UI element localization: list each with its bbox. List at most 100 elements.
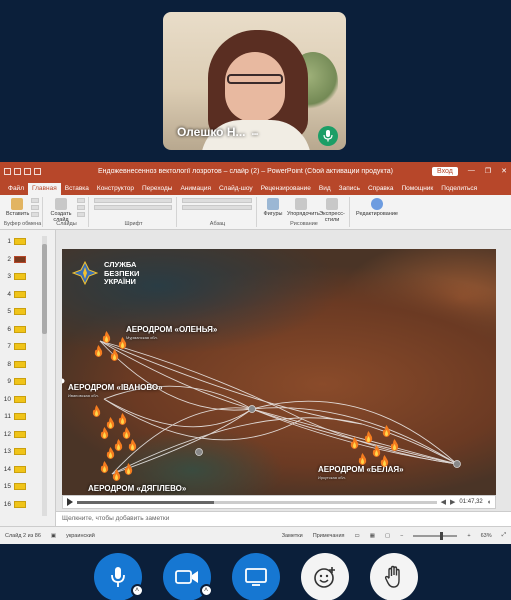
tab-review[interactable]: Рецензирование: [257, 183, 315, 195]
customize-icon[interactable]: [34, 167, 41, 175]
quick-access-toolbar[interactable]: [4, 167, 64, 175]
slide-thumbnail[interactable]: 15: [2, 479, 26, 494]
new-slide-button[interactable]: Создать слайд: [48, 198, 74, 223]
reading-view-icon[interactable]: ▢: [385, 533, 390, 539]
notes-field[interactable]: Щелкните, чтобы добавить заметки: [56, 511, 511, 526]
redo-icon[interactable]: [24, 167, 31, 175]
camera-menu-caret[interactable]: ˄: [199, 584, 213, 597]
ribbon-home: Вставить Буфер обмена Создать слайд Слай…: [0, 195, 511, 230]
slide-thumbnail[interactable]: 13: [2, 444, 26, 459]
reactions-button[interactable]: [300, 553, 349, 600]
sorter-view-icon[interactable]: ▦: [370, 533, 375, 539]
microphone-menu-caret[interactable]: ˄: [130, 584, 144, 597]
media-progress-fill: [77, 500, 214, 504]
zoom-in-icon[interactable]: +: [467, 533, 470, 539]
participant-video-tile[interactable]: Олешко Н... •••: [163, 12, 346, 150]
camera-button[interactable]: ˄: [162, 553, 213, 600]
paste-button[interactable]: Вставить: [6, 198, 29, 217]
slide-thumbnail[interactable]: 8: [2, 357, 26, 372]
tab-help[interactable]: Справка: [364, 183, 398, 195]
slide-thumbnail[interactable]: 6: [2, 322, 26, 337]
slide-thumbnail-preview: [14, 500, 26, 508]
reset-icon[interactable]: [77, 205, 85, 210]
list-buttons[interactable]: [182, 198, 252, 203]
section-icon[interactable]: [77, 212, 85, 217]
cut-icon[interactable]: [31, 198, 39, 203]
editing-button[interactable]: Редактирование: [355, 198, 399, 217]
undo-icon[interactable]: [14, 167, 21, 175]
language-indicator[interactable]: украинский: [66, 533, 95, 539]
tab-view[interactable]: Вид: [315, 183, 335, 195]
slide-canvas[interactable]: СЛУЖБА БЕЗПЕКИ УКРАЇНИ АЕРОДРОМ «ОЛЕНЬЯ»…: [62, 249, 496, 495]
slide-thumbnail-number: 11: [4, 413, 11, 420]
format-painter-icon[interactable]: [31, 212, 39, 217]
fire-icon: [380, 455, 389, 467]
tab-slideshow[interactable]: Слайд-шоу: [215, 183, 257, 195]
slide-thumbnail[interactable]: 10: [2, 392, 26, 407]
slide-thumbnail[interactable]: 11: [2, 409, 26, 424]
slide-thumbnail[interactable]: 12: [2, 427, 26, 442]
quick-styles-button[interactable]: Экспресс-стили: [318, 198, 346, 223]
slide-thumbnail[interactable]: 16: [2, 497, 26, 512]
close-icon[interactable]: ✕: [501, 167, 507, 175]
zoom-slider[interactable]: [413, 531, 458, 540]
tab-transitions[interactable]: Переходы: [138, 183, 177, 195]
arrange-button[interactable]: Упорядочить: [287, 198, 320, 217]
more-options-icon[interactable]: •••: [252, 132, 258, 138]
scrollbar-thumb[interactable]: [42, 244, 47, 334]
slide-thumbnail[interactable]: 14: [2, 462, 26, 477]
play-icon[interactable]: [67, 498, 73, 506]
tab-assistant[interactable]: Помощник: [397, 183, 437, 195]
fire-icon: [122, 427, 131, 439]
volume-icon[interactable]: ◖: [487, 499, 491, 506]
fit-slide-icon[interactable]: ⤢: [502, 532, 506, 539]
slide-thumbnail[interactable]: 7: [2, 339, 26, 354]
thumbnails-scrollbar[interactable]: [42, 236, 47, 516]
font-family-select[interactable]: [94, 198, 172, 203]
save-icon[interactable]: [4, 167, 11, 175]
forward-icon[interactable]: ▶: [450, 498, 455, 506]
slide-thumbnail-number: 9: [7, 378, 11, 385]
slide-thumbnail[interactable]: 3: [2, 269, 26, 284]
spellcheck-icon[interactable]: ▣: [51, 533, 56, 539]
slide-thumbnail[interactable]: 1: [2, 234, 26, 249]
font-style-buttons[interactable]: [94, 205, 172, 210]
slide-thumbnail[interactable]: 5: [2, 304, 26, 319]
shapes-button[interactable]: Фигуры: [262, 198, 284, 217]
align-buttons[interactable]: [182, 205, 252, 210]
share-screen-button[interactable]: [231, 553, 280, 600]
maximize-icon[interactable]: ❐: [485, 167, 491, 175]
tab-record[interactable]: Запись: [335, 183, 364, 195]
tab-insert[interactable]: Вставка: [61, 183, 93, 195]
slide-thumbnail[interactable]: 4: [2, 287, 26, 302]
title-bar: Ендожевнесенноз вектології лозротов – сл…: [0, 162, 511, 180]
comments-button[interactable]: Примечания: [313, 533, 345, 539]
group-label: Абзац: [209, 221, 226, 227]
normal-view-icon[interactable]: ▭: [355, 533, 360, 539]
tab-animations[interactable]: Анимация: [176, 183, 215, 195]
tab-home[interactable]: Главная: [27, 183, 61, 195]
copy-icon[interactable]: [31, 205, 39, 210]
zoom-level[interactable]: 63%: [481, 533, 492, 539]
signin-button[interactable]: Вход: [432, 166, 458, 176]
slide-thumbnail-preview: [14, 255, 26, 263]
status-bar: Слайд 2 из 86 ▣ украинский Заметки Приме…: [0, 526, 511, 544]
rewind-icon[interactable]: ◀: [441, 498, 446, 506]
zoom-out-icon[interactable]: −: [400, 533, 403, 539]
fire-icon: [94, 345, 103, 357]
slide-thumbnail-number: 10: [3, 395, 11, 403]
zoom-slider-knob[interactable]: [439, 531, 443, 540]
tab-design[interactable]: Конструктор: [93, 183, 138, 195]
tab-file[interactable]: Файл: [4, 183, 28, 195]
slide-thumbnail[interactable]: 9: [2, 374, 26, 389]
slide-thumbnails-pane[interactable]: 1 2 3 4 5 6 7 8 9 10 11 12 13 14 15 16: [0, 230, 56, 526]
minimize-icon[interactable]: —: [468, 167, 475, 175]
media-progress-bar[interactable]: [77, 500, 437, 504]
share-button[interactable]: Поделиться: [437, 183, 481, 195]
slide-thumbnail[interactable]: 2: [2, 252, 26, 267]
notes-button[interactable]: Заметки: [282, 533, 303, 539]
raise-hand-button[interactable]: [369, 553, 418, 600]
microphone-button[interactable]: ˄: [93, 553, 144, 600]
fire-icon: [110, 349, 119, 361]
layout-icon[interactable]: [77, 198, 85, 203]
